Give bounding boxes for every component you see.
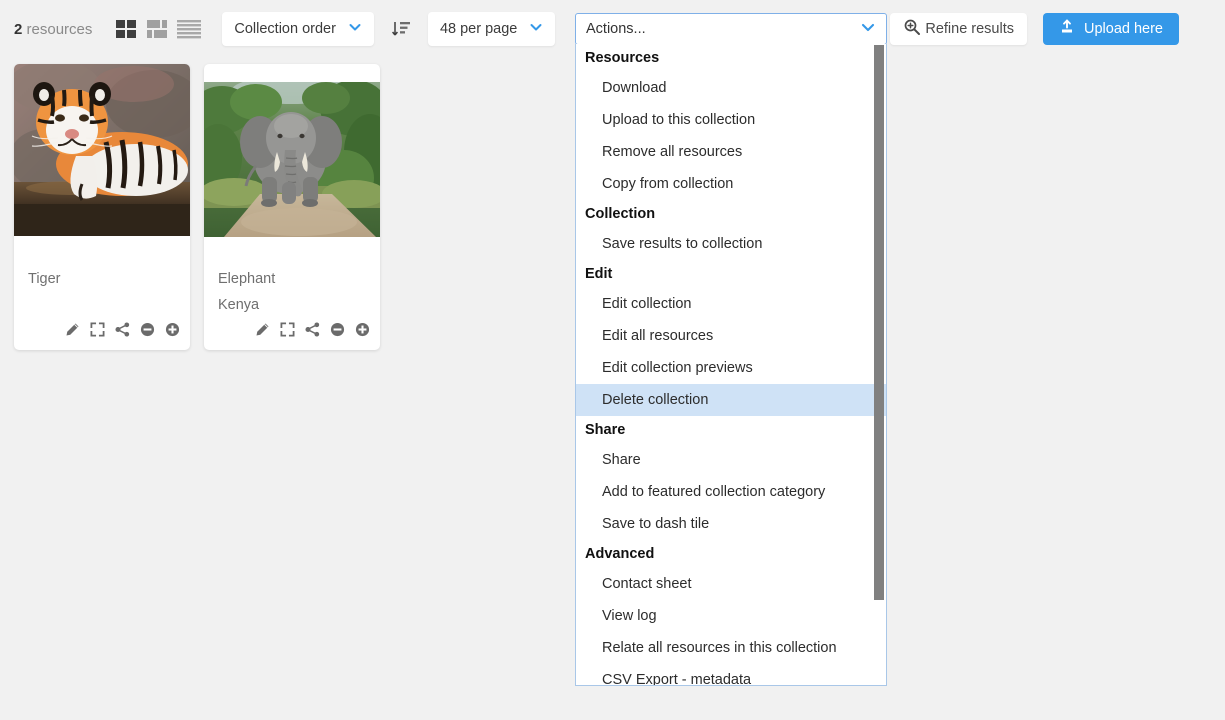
view-mode-toggles xyxy=(114,16,202,42)
resource-meta: Elephant Kenya xyxy=(218,266,370,318)
dropdown-scrollbar[interactable] xyxy=(874,45,884,685)
dropdown-menu-item[interactable]: Copy from collection xyxy=(576,168,886,200)
dropdown-menu-item[interactable]: Upload to this collection xyxy=(576,104,886,136)
dropdown-scrollbar-thumb[interactable] xyxy=(874,45,884,600)
resource-actions xyxy=(65,322,180,342)
dropdown-menu-item[interactable]: Share xyxy=(576,444,886,476)
resource-actions xyxy=(255,322,370,342)
toolbar-right-group: Refine results Upload here xyxy=(890,13,1179,45)
resource-card[interactable]: Elephant Kenya xyxy=(204,64,380,350)
dropdown-menu-item[interactable]: Edit collection previews xyxy=(576,352,886,384)
edit-icon[interactable] xyxy=(65,322,80,342)
chevron-down-icon xyxy=(348,20,362,38)
share-icon[interactable] xyxy=(115,322,130,342)
share-icon[interactable] xyxy=(305,322,320,342)
add-icon[interactable] xyxy=(165,322,180,342)
resource-title: Tiger xyxy=(28,266,180,292)
dropdown-menu-item[interactable]: Add to featured collection category xyxy=(576,476,886,508)
expand-icon[interactable] xyxy=(280,322,295,342)
upload-here-button[interactable]: Upload here xyxy=(1043,13,1179,45)
dropdown-menu-item[interactable]: Remove all resources xyxy=(576,136,886,168)
sort-order-select[interactable]: Collection order xyxy=(222,12,374,46)
sort-order-label: Collection order xyxy=(234,21,336,37)
actions-select-label: Actions... xyxy=(586,21,860,37)
resource-thumbnail[interactable] xyxy=(14,64,190,236)
resource-meta: Tiger xyxy=(28,266,180,292)
resource-thumbnail[interactable] xyxy=(204,82,380,254)
dropdown-menu-item[interactable]: Edit collection xyxy=(576,288,886,320)
dropdown-menu-item[interactable]: Download xyxy=(576,72,886,104)
remove-icon[interactable] xyxy=(140,322,155,342)
upload-here-label: Upload here xyxy=(1084,21,1163,37)
view-mode-list-icon[interactable] xyxy=(176,16,202,42)
actions-dropdown-list: ResourcesDownloadUpload to this collecti… xyxy=(576,44,886,686)
dropdown-section-heading: Resources xyxy=(576,44,886,72)
actions-select-wrapper: Actions... xyxy=(575,13,887,45)
upload-icon xyxy=(1059,19,1075,39)
search-plus-icon xyxy=(903,18,921,40)
dropdown-menu-item[interactable]: Delete collection xyxy=(576,384,886,416)
chevron-down-icon xyxy=(860,19,876,39)
resource-count: 2 resources xyxy=(14,21,92,38)
dropdown-section-heading: Advanced xyxy=(576,540,886,568)
edit-icon[interactable] xyxy=(255,322,270,342)
refine-results-button[interactable]: Refine results xyxy=(890,13,1027,45)
expand-icon[interactable] xyxy=(90,322,105,342)
resource-count-label: resources xyxy=(27,21,93,38)
sort-direction-button[interactable] xyxy=(384,12,418,46)
view-mode-grid-large-icon[interactable] xyxy=(114,16,140,42)
per-page-label: 48 per page xyxy=(440,21,517,37)
dropdown-menu-item[interactable]: Edit all resources xyxy=(576,320,886,352)
dropdown-section-heading: Edit xyxy=(576,260,886,288)
dropdown-menu-item[interactable]: View log xyxy=(576,600,886,632)
view-mode-grid-mixed-icon[interactable] xyxy=(145,16,171,42)
chevron-down-icon xyxy=(529,20,543,38)
actions-dropdown-menu: ResourcesDownloadUpload to this collecti… xyxy=(575,44,887,686)
remove-icon[interactable] xyxy=(330,322,345,342)
dropdown-menu-item[interactable]: Save results to collection xyxy=(576,228,886,260)
add-icon[interactable] xyxy=(355,322,370,342)
resource-card[interactable]: Tiger xyxy=(14,64,190,350)
resource-subtitle: Kenya xyxy=(218,292,370,318)
resource-title: Elephant xyxy=(218,266,370,292)
dropdown-section-heading: Collection xyxy=(576,200,886,228)
dropdown-menu-item[interactable]: CSV Export - metadata xyxy=(576,664,886,686)
dropdown-menu-item[interactable]: Relate all resources in this collection xyxy=(576,632,886,664)
dropdown-menu-item[interactable]: Save to dash tile xyxy=(576,508,886,540)
dropdown-menu-item[interactable]: Contact sheet xyxy=(576,568,886,600)
actions-select[interactable]: Actions... xyxy=(575,13,887,45)
per-page-select[interactable]: 48 per page xyxy=(428,12,555,46)
results-grid: Tiger xyxy=(14,64,380,350)
dropdown-section-heading: Share xyxy=(576,416,886,444)
resource-count-number: 2 xyxy=(14,21,22,38)
refine-results-label: Refine results xyxy=(925,21,1014,37)
